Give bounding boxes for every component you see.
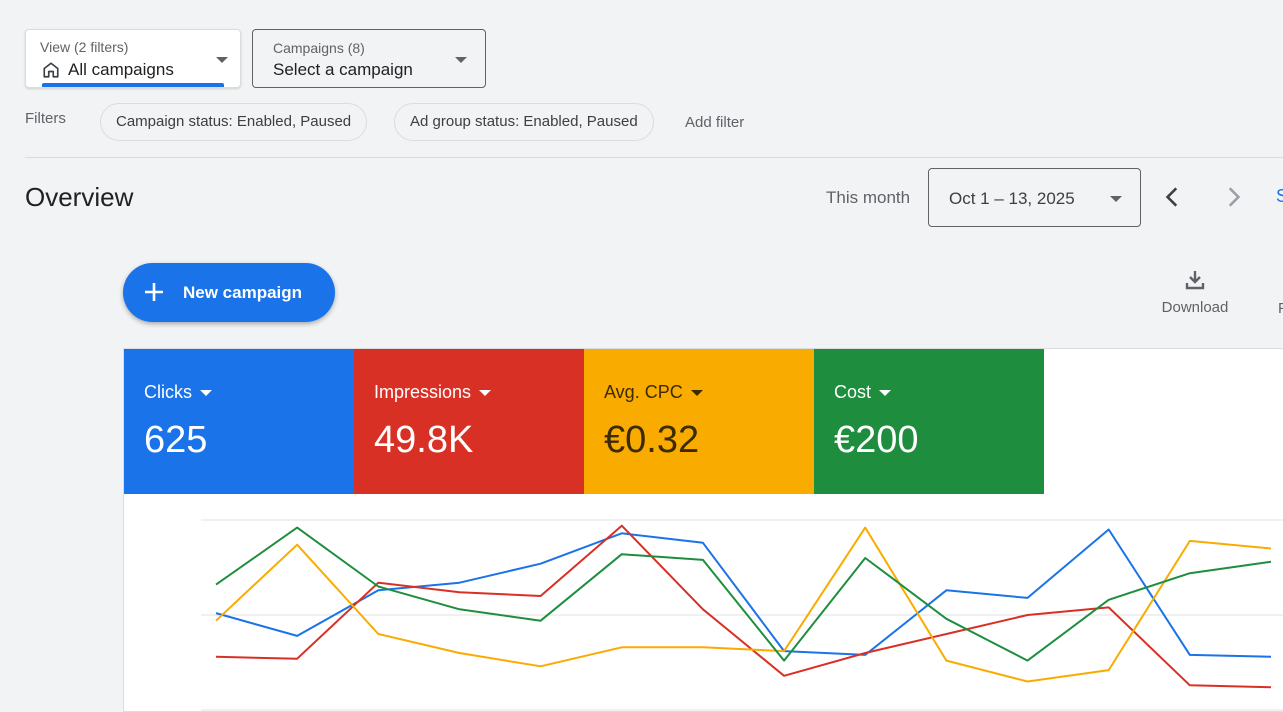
next-period-icon[interactable] [1220,184,1246,210]
metric-value: 625 [144,419,208,461]
truncated-action[interactable]: F [1278,300,1283,314]
metric-name: Clicks [144,382,192,402]
date-range-select[interactable]: Oct 1 – 13, 2025 [928,168,1141,227]
filter-chip-ad-group-status[interactable]: Ad group status: Enabled, Paused [394,103,654,141]
dropdown-arrow-icon [1110,196,1122,202]
date-range-label: This month [826,188,911,207]
previous-period-icon[interactable] [1160,184,1186,210]
metric-name: Cost [834,382,872,402]
dropdown-arrow-icon [879,389,892,396]
page-title: Overview [25,182,134,212]
filter-chip-campaign-status[interactable]: Campaign status: Enabled, Paused [100,103,368,141]
new-campaign-button[interactable]: New campaign [123,263,335,322]
metric-tile-clicks[interactable]: Clicks 625 [124,349,354,494]
download-button[interactable]: Download [1155,268,1235,316]
dropdown-arrow-icon [690,389,703,396]
metric-name: Impressions [374,382,472,402]
metric-value: €0.32 [604,419,700,461]
metric-tile-impressions[interactable]: Impressions 49.8K [354,349,584,494]
date-range-value: Oct 1 – 13, 2025 [949,189,1075,208]
view-select-value: All campaigns [68,60,174,79]
campaign-select-label: Campaigns (8) [273,40,365,56]
filters-label: Filters [25,110,66,127]
active-indicator [42,83,224,87]
download-icon [1185,271,1205,290]
new-campaign-label: New campaign [183,283,303,302]
campaign-select[interactable]: Campaigns (8) Select a campaign [252,29,486,88]
dropdown-arrow-icon [479,389,492,396]
dropdown-arrow-icon [455,57,467,63]
metric-value: 49.8K [374,419,474,461]
campaign-select-value: Select a campaign [273,60,413,79]
performance-line-chart [201,519,1283,711]
series-line-clicks [215,528,1272,658]
plus-icon [145,283,163,301]
series-line-cost [215,526,1272,662]
truncated-link[interactable]: S [1276,186,1283,207]
metric-tile-cost[interactable]: Cost €200 [814,349,1044,494]
metric-name: Avg. CPC [604,382,683,402]
divider [25,157,1283,158]
dropdown-arrow-icon [200,389,212,396]
download-label: Download [1161,299,1229,316]
metric-value: €200 [834,419,919,461]
view-select[interactable]: View (2 filters) All campaigns [25,29,241,88]
view-select-label: View (2 filters) [40,39,129,55]
performance-card: Clicks 625 Impressions 49.8K Avg. CPC €0… [123,348,1283,712]
dropdown-arrow-icon [216,57,228,63]
home-icon [43,62,59,78]
series-line-avg-cpc [215,526,1272,683]
metric-tile-avg-cpc[interactable]: Avg. CPC €0.32 [584,349,814,494]
add-filter-button[interactable]: Add filter [685,114,744,131]
